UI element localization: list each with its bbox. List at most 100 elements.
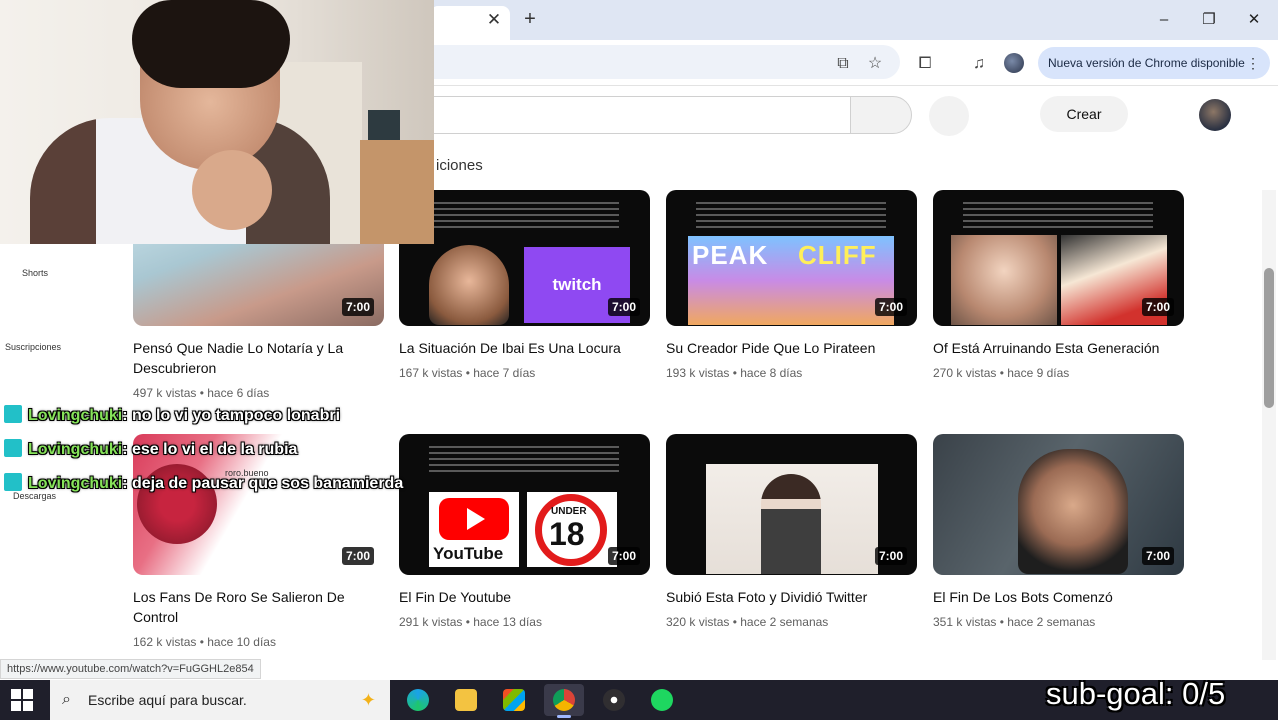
video-thumbnail[interactable]: 7:00 xyxy=(666,434,917,575)
scrollbar-thumb[interactable] xyxy=(1264,268,1274,408)
video-metadata: 270 k vistas • hace 9 días xyxy=(933,366,1070,380)
video-title[interactable]: Su Creador Pide Que Lo Pirateen xyxy=(666,338,916,358)
thumbnail-photo-left xyxy=(951,235,1057,325)
streamer-hand xyxy=(192,150,272,230)
chat-message: Lovingchuki: deja de pausar que sos bana… xyxy=(4,473,403,495)
store-app-icon[interactable] xyxy=(494,684,534,716)
chat-text: : no lo vi yo tampoco lonabri xyxy=(122,407,341,424)
video-metadata: 162 k vistas • hace 10 días xyxy=(133,635,276,649)
cliff-title: CLIFF xyxy=(798,240,877,270)
bookmark-star-icon[interactable]: ☆ xyxy=(864,53,886,75)
chrome-app-icon[interactable] xyxy=(544,684,584,718)
chat-message: Lovingchuki: ese lo vi el de la rubia xyxy=(4,439,297,461)
chrome-icon xyxy=(553,689,575,711)
spotify-app-icon[interactable] xyxy=(642,684,682,716)
screen: ✕ + – ❐ ✕ ⧉ ☆ ⧠ ♫ Nueva versión de Chrom… xyxy=(0,0,1278,720)
thumbnail-person xyxy=(1018,449,1128,574)
tab-close-icon[interactable]: ✕ xyxy=(486,10,502,30)
chrome-update-button[interactable]: Nueva versión de Chrome disponible ⋮ xyxy=(1038,47,1270,79)
webcam-background-monitor xyxy=(368,110,400,140)
under-18-sign: UNDER 18 xyxy=(527,492,617,567)
chrome-update-label: Nueva versión de Chrome disponible xyxy=(1048,56,1245,70)
video-thumbnail[interactable]: YouTube UNDER 18 7:00 xyxy=(399,434,650,575)
spotify-icon xyxy=(651,689,673,711)
obs-icon xyxy=(603,689,625,711)
video-title[interactable]: Pensó Que Nadie Lo Notaría y La Descubri… xyxy=(133,338,383,378)
eighteen-label: 18 xyxy=(549,516,585,552)
webcam-background-shelf xyxy=(360,140,434,244)
chat-username: Lovingchuki xyxy=(28,475,123,492)
window-close-icon[interactable]: ✕ xyxy=(1244,10,1264,30)
chat-badge-icon xyxy=(4,405,22,423)
tweet-screenshot xyxy=(429,442,619,472)
page-tab-subscriptions[interactable]: iciones xyxy=(436,157,483,174)
link-status-bubble: https://www.youtube.com/watch?v=FuGGHL2e… xyxy=(0,659,261,679)
obs-app-icon[interactable] xyxy=(594,684,634,716)
new-tab-icon[interactable]: + xyxy=(520,9,540,29)
video-metadata: 320 k vistas • hace 2 semanas xyxy=(666,615,829,629)
active-app-indicator xyxy=(557,715,571,718)
account-avatar[interactable] xyxy=(1199,99,1231,131)
duration-badge: 7:00 xyxy=(607,547,640,565)
install-app-icon[interactable]: ⧉ xyxy=(832,53,854,75)
search-input[interactable] xyxy=(415,96,850,134)
sparkle-icon: ✦ xyxy=(360,690,376,710)
search-button[interactable] xyxy=(850,96,912,134)
video-thumbnail[interactable]: twitch 7:00 xyxy=(399,190,650,326)
video-title[interactable]: Los Fans De Roro Se Salieron De Control xyxy=(133,587,383,627)
windows-logo-pane xyxy=(23,689,33,699)
edge-icon xyxy=(407,689,429,711)
youtube-logo: YouTube xyxy=(429,492,519,567)
media-control-icon[interactable]: ♫ xyxy=(968,53,990,75)
streamer-hair xyxy=(132,0,290,88)
folder-icon xyxy=(455,689,477,711)
chrome-profile-icon[interactable] xyxy=(1004,53,1024,73)
duration-badge: 7:00 xyxy=(1141,547,1174,565)
windows-logo-pane xyxy=(23,701,33,711)
guide-item-shorts[interactable]: Shorts xyxy=(22,268,48,278)
chat-badge-icon xyxy=(4,473,22,491)
taskbar-search-input[interactable]: ⌕ Escribe aquí para buscar. ✦ xyxy=(50,680,390,720)
page-scrollbar[interactable] xyxy=(1262,190,1276,660)
video-metadata: 193 k vistas • hace 8 días xyxy=(666,366,803,380)
video-metadata: 497 k vistas • hace 6 días xyxy=(133,386,270,400)
windows-start-icon[interactable] xyxy=(10,688,34,712)
guide-item-subscriptions[interactable]: Suscripciones xyxy=(5,342,61,352)
video-metadata: 291 k vistas • hace 13 días xyxy=(399,615,542,629)
create-button[interactable]: Crear xyxy=(1040,96,1128,132)
duration-badge: 7:00 xyxy=(874,298,907,316)
webcam-overlay xyxy=(0,0,434,244)
extensions-icon[interactable]: ⧠ xyxy=(914,53,936,75)
minimize-icon[interactable]: – xyxy=(1154,10,1174,30)
play-icon xyxy=(467,508,485,530)
search-icon: ⌕ xyxy=(62,691,71,708)
video-title[interactable]: La Situación De Ibai Es Una Locura xyxy=(399,338,649,358)
edge-app-icon[interactable] xyxy=(398,684,438,716)
video-title[interactable]: El Fin De Youtube xyxy=(399,587,649,607)
voice-search-button[interactable] xyxy=(929,96,969,136)
windows-logo-pane xyxy=(11,701,21,711)
duration-badge: 7:00 xyxy=(341,298,374,316)
chat-text: : deja de pausar que sos banamierda xyxy=(122,475,404,492)
peak-title: PEAK xyxy=(692,240,769,270)
file-explorer-app-icon[interactable] xyxy=(446,684,486,716)
tweet-screenshot xyxy=(963,198,1153,228)
youtube-wordmark: YouTube xyxy=(433,544,504,563)
video-title[interactable]: Subió Esta Foto y Dividió Twitter xyxy=(666,587,916,607)
taskbar-search-placeholder: Escribe aquí para buscar. xyxy=(88,692,247,708)
duration-badge: 7:00 xyxy=(341,547,374,565)
video-metadata: 167 k vistas • hace 7 días xyxy=(399,366,536,380)
video-title[interactable]: El Fin De Los Bots Comenzó xyxy=(933,587,1183,607)
video-thumbnail[interactable]: PEAK CLIFF 7:00 xyxy=(666,190,917,326)
thumbnail-face xyxy=(429,245,509,325)
video-thumbnail[interactable]: 7:00 xyxy=(933,190,1184,326)
chat-username: Lovingchuki xyxy=(28,407,123,424)
windows-logo-pane xyxy=(11,689,21,699)
video-title[interactable]: Of Está Arruinando Esta Generación xyxy=(933,338,1183,358)
maximize-icon[interactable]: ❐ xyxy=(1199,10,1219,30)
chat-username: Lovingchuki xyxy=(28,441,123,458)
chat-text: : ese lo vi el de la rubia xyxy=(122,441,298,458)
video-thumbnail[interactable]: 7:00 xyxy=(933,434,1184,575)
chrome-menu-icon[interactable]: ⋮ xyxy=(1246,47,1260,79)
store-icon xyxy=(503,689,525,711)
